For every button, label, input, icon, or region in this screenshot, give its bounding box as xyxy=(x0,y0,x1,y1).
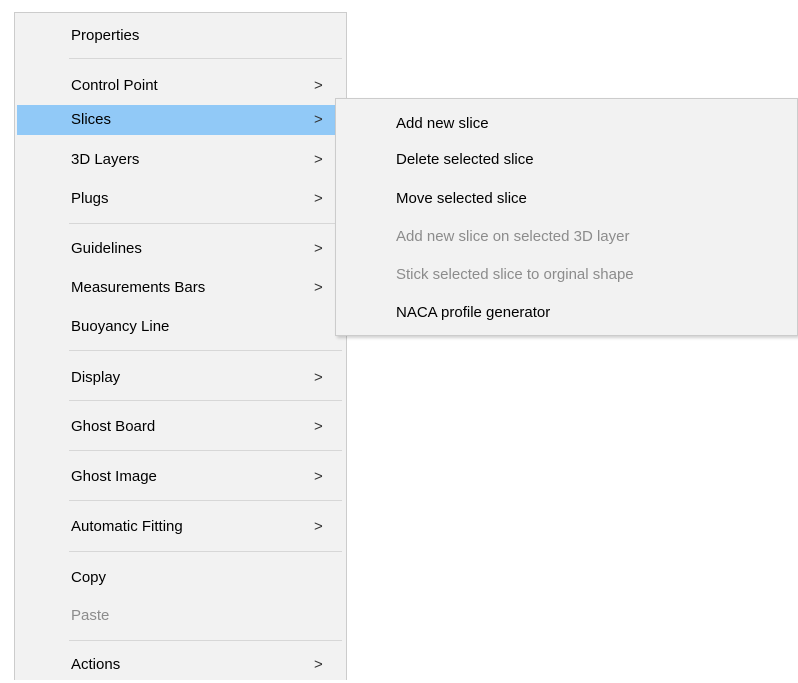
chevron-right-icon: > xyxy=(314,468,323,485)
menu-item-plugs[interactable]: Plugs > xyxy=(17,184,344,214)
menu-item-buoyancy-line[interactable]: Buoyancy Line xyxy=(17,312,344,342)
menu-item-label: Plugs xyxy=(71,190,109,207)
menu-item-label: Ghost Image xyxy=(71,468,157,485)
menu-item-label: Control Point xyxy=(71,77,158,94)
chevron-right-icon: > xyxy=(314,418,323,435)
menu-item-display[interactable]: Display > xyxy=(17,363,344,393)
submenu-item-delete-selected-slice[interactable]: Delete selected slice xyxy=(338,145,795,175)
menu-separator xyxy=(69,551,342,552)
chevron-right-icon: > xyxy=(314,111,323,128)
menu-item-ghost-image[interactable]: Ghost Image > xyxy=(17,462,344,492)
menu-item-copy[interactable]: Copy xyxy=(17,563,344,593)
submenu-item-stick-slice-to-shape: Stick selected slice to orginal shape xyxy=(338,260,795,290)
menu-separator xyxy=(69,500,342,501)
menu-item-ghost-board[interactable]: Ghost Board > xyxy=(17,412,344,442)
menu-separator xyxy=(69,640,342,641)
menu-item-label: Slices xyxy=(71,111,112,128)
submenu-item-label: Stick selected slice to orginal shape xyxy=(396,266,634,283)
menu-separator xyxy=(69,450,342,451)
chevron-right-icon: > xyxy=(314,279,323,296)
menu-item-control-point[interactable]: Control Point > xyxy=(17,71,344,101)
submenu-item-label: Add new slice xyxy=(396,115,489,132)
menu-separator xyxy=(69,58,342,59)
submenu-item-label: Move selected slice xyxy=(396,190,527,207)
menu-item-label: 3D Layers xyxy=(71,151,140,168)
submenu-item-naca-profile-generator[interactable]: NACA profile generator xyxy=(338,298,795,328)
submenu-item-label: NACA profile generator xyxy=(396,304,551,321)
menu-item-3d-layers[interactable]: 3D Layers > xyxy=(17,145,344,175)
menu-item-label: Buoyancy Line xyxy=(71,318,170,335)
menu-item-label: Automatic Fitting xyxy=(71,518,183,535)
menu-item-properties[interactable]: Properties xyxy=(17,21,344,51)
menu-item-paste: Paste xyxy=(17,601,344,631)
menu-item-guidelines[interactable]: Guidelines > xyxy=(17,234,344,264)
menu-separator xyxy=(69,350,342,351)
menu-item-label: Paste xyxy=(71,607,110,624)
menu-item-automatic-fitting[interactable]: Automatic Fitting > xyxy=(17,512,344,542)
menu-item-label: Actions xyxy=(71,656,121,673)
menu-item-label: Properties xyxy=(71,27,140,44)
menu-separator xyxy=(69,400,342,401)
menu-item-label: Ghost Board xyxy=(71,418,156,435)
chevron-right-icon: > xyxy=(314,369,323,386)
submenu-item-add-new-slice[interactable]: Add new slice xyxy=(338,109,795,139)
chevron-right-icon: > xyxy=(314,190,323,207)
chevron-right-icon: > xyxy=(314,518,323,535)
chevron-right-icon: > xyxy=(314,77,323,94)
chevron-right-icon: > xyxy=(314,656,323,673)
submenu-item-move-selected-slice[interactable]: Move selected slice xyxy=(338,184,795,214)
menu-item-slices[interactable]: Slices > xyxy=(17,105,344,135)
submenu-item-add-slice-on-3d-layer: Add new slice on selected 3D layer xyxy=(338,222,795,252)
menu-item-label: Measurements Bars xyxy=(71,279,206,296)
slices-submenu: Add new slice Delete selected slice Move… xyxy=(335,98,798,336)
menu-item-label: Display xyxy=(71,369,121,386)
menu-item-measurements-bars[interactable]: Measurements Bars > xyxy=(17,273,344,303)
menu-item-label: Guidelines xyxy=(71,240,142,257)
submenu-item-label: Add new slice on selected 3D layer xyxy=(396,228,630,245)
menu-separator xyxy=(69,223,342,224)
chevron-right-icon: > xyxy=(314,240,323,257)
menu-item-actions[interactable]: Actions > xyxy=(17,650,344,680)
submenu-item-label: Delete selected slice xyxy=(396,151,534,168)
context-menu: Properties Control Point > Slices > 3D L… xyxy=(14,12,347,680)
chevron-right-icon: > xyxy=(314,151,323,168)
menu-item-label: Copy xyxy=(71,569,107,586)
